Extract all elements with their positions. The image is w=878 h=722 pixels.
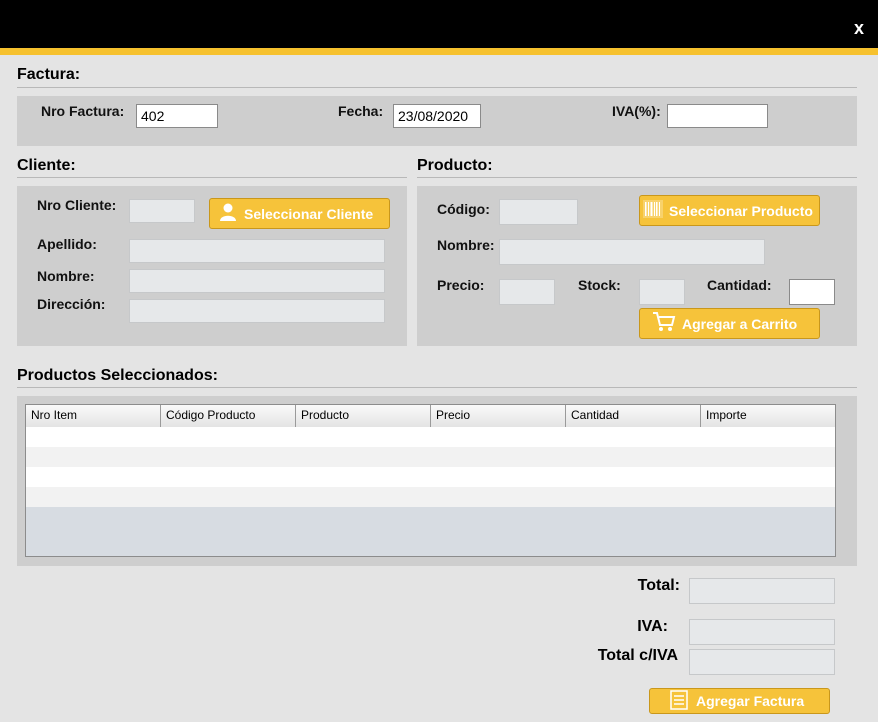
selected-products-divider (17, 387, 857, 388)
precio-label: Precio: (437, 277, 485, 293)
direccion-field (129, 299, 385, 323)
table-row[interactable] (26, 447, 835, 467)
total-label: Total: (637, 577, 680, 594)
add-to-cart-label: Agregar a Carrito (682, 315, 798, 332)
table-row[interactable] (26, 427, 835, 447)
products-table[interactable]: Nro Item Código Producto Producto Precio… (25, 404, 836, 557)
window-title: Agregar Venta (371, 17, 507, 39)
select-client-label: Seleccionar Cliente (244, 205, 374, 222)
col-importe[interactable]: Importe (701, 405, 835, 427)
cart-icon (652, 311, 676, 336)
nombre-producto-label: Nombre: (437, 237, 495, 253)
iva-percent-label: IVA(%): (612, 103, 661, 119)
table-row[interactable] (26, 487, 835, 507)
add-to-cart-button[interactable]: Agregar a Carrito (639, 308, 820, 339)
producto-section-title: Producto: (417, 157, 493, 174)
selected-products-title: Productos Seleccionados: (17, 367, 218, 384)
producto-divider (417, 177, 857, 178)
col-producto[interactable]: Producto (296, 405, 431, 427)
stock-field (639, 279, 685, 305)
fecha-input[interactable] (393, 104, 481, 128)
total-iva-label: Total c/IVA (597, 647, 678, 664)
col-codigo-producto[interactable]: Código Producto (161, 405, 296, 427)
apellido-label: Apellido: (37, 236, 97, 252)
table-header: Nro Item Código Producto Producto Precio… (26, 405, 835, 428)
cantidad-input[interactable] (789, 279, 835, 305)
codigo-field (499, 199, 578, 225)
precio-field (499, 279, 555, 305)
cantidad-label: Cantidad: (707, 277, 772, 293)
select-product-label: Seleccionar Producto (669, 202, 813, 219)
codigo-label: Código: (437, 201, 490, 217)
nro-factura-label: Nro Factura: (41, 103, 125, 119)
iva-field (689, 619, 835, 645)
stock-label: Stock: (578, 277, 621, 293)
nombre-producto-field (499, 239, 765, 265)
total-field (689, 578, 835, 604)
table-row[interactable] (26, 467, 835, 487)
nro-cliente-label: Nro Cliente: (37, 197, 117, 213)
fecha-label: Fecha: (338, 103, 384, 119)
iva-label: IVA: (637, 618, 668, 635)
select-client-button[interactable]: Seleccionar Cliente (209, 198, 390, 229)
nro-cliente-field (129, 199, 195, 223)
nombre-cliente-field (129, 269, 385, 293)
direccion-label: Dirección: (37, 296, 106, 312)
accent-stripe (0, 48, 878, 55)
add-invoice-button[interactable]: Agregar Factura (649, 688, 830, 714)
barcode-icon (642, 199, 664, 222)
person-icon (218, 202, 238, 225)
col-precio[interactable]: Precio (431, 405, 566, 427)
col-nro-item[interactable]: Nro Item (26, 405, 161, 427)
document-icon (670, 689, 688, 713)
col-cantidad[interactable]: Cantidad (566, 405, 701, 427)
cliente-section-title: Cliente: (17, 157, 76, 174)
nro-factura-input[interactable] (136, 104, 218, 128)
iva-percent-input[interactable] (667, 104, 768, 128)
factura-divider (17, 87, 857, 88)
select-product-button[interactable]: Seleccionar Producto (639, 195, 820, 226)
factura-section-title: Factura: (17, 66, 81, 83)
total-iva-field (689, 649, 835, 675)
apellido-field (129, 239, 385, 263)
nombre-cliente-label: Nombre: (37, 268, 95, 284)
add-invoice-label: Agregar Factura (696, 693, 805, 709)
cliente-divider (17, 177, 407, 178)
